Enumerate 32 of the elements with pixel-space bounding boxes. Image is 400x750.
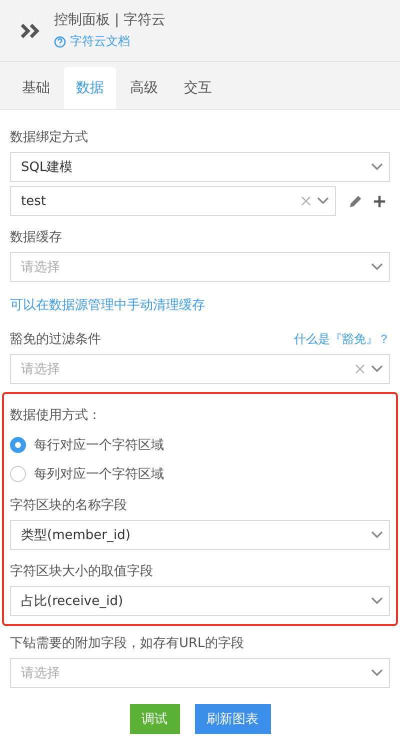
help-icon[interactable] [54, 36, 66, 48]
chevron-down-icon [371, 365, 383, 373]
chevron-down-icon [371, 263, 383, 271]
select-field[interactable]: 占比(receive_id) [10, 586, 390, 616]
chevron-down-icon [371, 163, 383, 171]
field-label: 字符区块的名称字段 [10, 497, 127, 514]
radio-option[interactable]: 每行对应一个字符区域 [10, 430, 390, 459]
field-label: 豁免的过滤条件 [10, 331, 101, 348]
plus-icon[interactable] [373, 194, 386, 208]
chevron-down-icon [317, 197, 329, 205]
tab[interactable]: 基础 [10, 67, 62, 109]
select-field[interactable]: test [10, 186, 336, 216]
field-label: 数据使用方式： [10, 407, 101, 424]
radio-icon[interactable] [10, 436, 26, 452]
clear-icon[interactable] [355, 364, 365, 374]
select-field[interactable]: SQL建模 [10, 152, 390, 182]
field-label: 数据绑定方式 [10, 129, 88, 146]
radio-option[interactable]: 每列对应一个字符区域 [10, 459, 390, 488]
double-chevron-icon[interactable] [20, 22, 40, 38]
select-field[interactable]: 类型(member_id) [10, 520, 390, 550]
panel-title: 控制面板 | 字符云 [54, 11, 166, 29]
radio-icon[interactable] [10, 466, 26, 482]
tab[interactable]: 高级 [118, 67, 170, 109]
field-label: 字符区块大小的取值字段 [10, 563, 153, 580]
pencil-icon[interactable] [348, 194, 363, 208]
chevron-down-icon [371, 597, 383, 605]
chevron-down-icon [371, 669, 383, 677]
chevron-down-icon [371, 531, 383, 539]
tab[interactable]: 交互 [172, 67, 224, 109]
field-label: 下钻需要的附加字段，如存有URL的字段 [10, 635, 244, 652]
field-label: 数据缓存 [10, 229, 62, 246]
clear-icon[interactable] [301, 196, 311, 206]
